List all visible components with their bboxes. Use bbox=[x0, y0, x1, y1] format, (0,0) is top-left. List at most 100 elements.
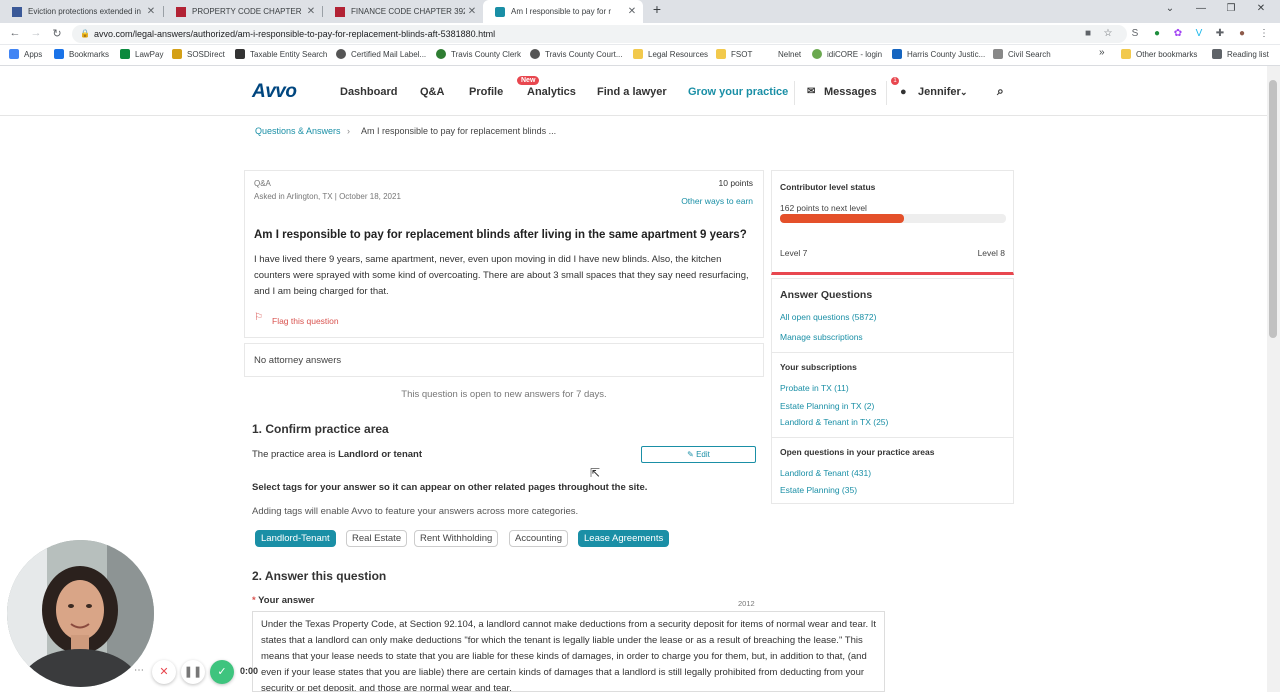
bookmark-label: Apps bbox=[24, 49, 43, 59]
bookmark-sosdirect[interactable]: SOSDirect bbox=[172, 49, 225, 59]
travis-clerk-icon bbox=[436, 49, 446, 59]
level-progress-track bbox=[780, 214, 1006, 223]
tab-label: Am I responsible to pay for r bbox=[511, 7, 612, 16]
folder-icon bbox=[1121, 49, 1131, 59]
cancel-recording-icon[interactable]: ✕ bbox=[152, 660, 176, 684]
address-bar[interactable]: 🔒 avvo.com/legal-answers/authorized/am-i… bbox=[72, 25, 1127, 43]
tag-accounting[interactable]: Accounting bbox=[509, 530, 569, 547]
browser-tab-active[interactable]: Am I responsible to pay for r ✕ bbox=[483, 0, 643, 23]
flag-icon[interactable]: ⚐ bbox=[254, 312, 263, 323]
bookmark-apps[interactable]: Apps bbox=[9, 49, 42, 59]
reload-icon[interactable]: ↻ bbox=[50, 27, 64, 40]
chevron-down-icon[interactable]: ⌄ bbox=[960, 87, 968, 98]
close-tab-icon[interactable]: ✕ bbox=[465, 6, 479, 17]
no-answers-text: No attorney answers bbox=[254, 355, 342, 366]
breadcrumb-root[interactable]: Questions & Answers bbox=[255, 126, 341, 136]
question-body: I have lived there 9 years, same apartme… bbox=[254, 254, 749, 297]
extension-s-icon[interactable]: S bbox=[1128, 28, 1142, 39]
bookmark-harris-county[interactable]: Harris County Justic... bbox=[892, 49, 985, 59]
nav-divider bbox=[794, 81, 795, 105]
subscription-link[interactable]: Estate Planning in TX (2) bbox=[780, 401, 874, 411]
bookmark-idicore[interactable]: idiCORE - login bbox=[812, 49, 882, 59]
practice-area-value: Landlord or tenant bbox=[338, 449, 422, 460]
open-area-link[interactable]: Landlord & Tenant (431) bbox=[780, 468, 871, 478]
nav-grow-your-practice[interactable]: Grow your practice bbox=[688, 86, 788, 98]
search-icon[interactable]: ⌕ bbox=[997, 84, 1004, 99]
close-tab-icon[interactable]: ✕ bbox=[144, 6, 158, 17]
nav-find-a-lawyer[interactable]: Find a lawyer bbox=[597, 86, 667, 98]
nav-messages[interactable]: Messages bbox=[824, 86, 877, 98]
your-answer-text: Your answer bbox=[258, 595, 315, 606]
camera-icon[interactable]: ■ bbox=[1081, 28, 1095, 39]
close-tab-icon[interactable]: ✕ bbox=[625, 6, 639, 17]
tag-rent-withholding[interactable]: Rent Withholding bbox=[414, 530, 499, 547]
open-area-link[interactable]: Estate Planning (35) bbox=[780, 485, 857, 495]
finish-recording-icon[interactable]: ✓ bbox=[210, 660, 234, 684]
close-tab-icon[interactable]: ✕ bbox=[304, 6, 318, 17]
tab-favicon-icon bbox=[176, 6, 186, 17]
tab-label: PROPERTY CODE CHAPTER 92. R bbox=[192, 7, 304, 16]
tab-label: FINANCE CODE CHAPTER 392. D bbox=[351, 7, 465, 16]
nav-user-menu[interactable]: Jennifer bbox=[918, 86, 961, 98]
bookmark-label: Certified Mail Label... bbox=[351, 49, 427, 59]
bookmark-other[interactable]: Other bookmarks bbox=[1121, 49, 1197, 59]
close-window-icon[interactable]: ✕ bbox=[1251, 3, 1271, 14]
nav-profile[interactable]: Profile bbox=[469, 86, 503, 98]
subscription-link[interactable]: Probate in TX (11) bbox=[780, 383, 849, 393]
extension-flower-icon[interactable]: ✿ bbox=[1171, 28, 1185, 39]
nav-dashboard[interactable]: Dashboard bbox=[340, 86, 397, 98]
bookmark-reading-list[interactable]: Reading list bbox=[1212, 49, 1269, 59]
edit-button[interactable]: ✎ Edit bbox=[641, 446, 756, 463]
tag-lease-agreements[interactable]: Lease Agreements bbox=[578, 530, 670, 547]
extension-g-icon[interactable]: ● bbox=[1150, 28, 1164, 39]
bookmark-taxable-entity[interactable]: Taxable Entity Search bbox=[235, 49, 327, 59]
bookmark-certified-mail[interactable]: Certified Mail Label... bbox=[336, 49, 426, 59]
restore-window-icon[interactable]: ❐ bbox=[1221, 3, 1241, 14]
avvo-logo[interactable]: Avvo bbox=[252, 81, 297, 103]
bookmark-label: Other bookmarks bbox=[1136, 49, 1198, 59]
browser-tab[interactable]: FINANCE CODE CHAPTER 392. D ✕ bbox=[323, 0, 483, 23]
bookmark-legal-resources[interactable]: Legal Resources bbox=[633, 49, 708, 59]
bookmark-star-icon[interactable]: ☆ bbox=[1101, 28, 1115, 39]
new-tab-button[interactable]: + bbox=[647, 1, 667, 17]
tag-landlord-tenant[interactable]: Landlord-Tenant bbox=[255, 530, 336, 547]
bookmark-travis-court[interactable]: Travis County Court... bbox=[530, 49, 623, 59]
bookmark-nelnet[interactable]: Nelnet bbox=[763, 49, 801, 59]
bookmark-civil-search[interactable]: Civil Search bbox=[993, 49, 1051, 59]
question-card: Q&A Asked in Arlington, TX | October 18,… bbox=[244, 170, 764, 338]
browser-menu-icon[interactable]: ⋮ bbox=[1257, 28, 1271, 39]
bookmark-travis-clerk[interactable]: Travis County Clerk bbox=[436, 49, 521, 59]
manage-subscriptions-link[interactable]: Manage subscriptions bbox=[780, 332, 863, 342]
bookmarks-overflow-icon[interactable]: » bbox=[1099, 47, 1105, 58]
bookmark-fsot[interactable]: FSOT bbox=[716, 49, 752, 59]
breadcrumb-current: Am I responsible to pay for replacement … bbox=[361, 126, 557, 136]
bookmark-lawpay[interactable]: LawPay bbox=[120, 49, 163, 59]
tab-search-icon[interactable]: ⌄ bbox=[1160, 3, 1180, 14]
nav-qa[interactable]: Q&A bbox=[420, 86, 444, 98]
answer-textarea[interactable]: Under the Texas Property Code, at Sectio… bbox=[252, 611, 885, 692]
other-ways-to-earn-link[interactable]: Other ways to earn bbox=[681, 196, 753, 206]
browser-tab[interactable]: PROPERTY CODE CHAPTER 92. R ✕ bbox=[164, 0, 322, 23]
bookmark-bookmarks[interactable]: Bookmarks bbox=[54, 49, 109, 59]
bookmark-label: Civil Search bbox=[1008, 49, 1051, 59]
bookmark-label: Taxable Entity Search bbox=[250, 49, 328, 59]
minimize-window-icon[interactable]: — bbox=[1191, 3, 1211, 14]
flag-question-link[interactable]: Flag this question bbox=[272, 316, 339, 326]
more-options-icon[interactable]: ⋯ bbox=[134, 665, 144, 676]
answer-questions-title: Answer Questions bbox=[780, 289, 873, 301]
bookmark-label: FSOT bbox=[731, 49, 753, 59]
nav-analytics[interactable]: Analytics bbox=[527, 86, 576, 98]
scrollbar-thumb[interactable] bbox=[1269, 80, 1277, 338]
lawpay-icon bbox=[120, 49, 130, 59]
profile-avatar-icon[interactable]: ● bbox=[1235, 28, 1249, 39]
pause-recording-icon[interactable]: ❚❚ bbox=[181, 660, 205, 684]
tag-real-estate[interactable]: Real Estate bbox=[346, 530, 408, 547]
subscription-link[interactable]: Landlord & Tenant in TX (25) bbox=[780, 417, 888, 427]
all-open-questions-link[interactable]: All open questions (5872) bbox=[780, 312, 876, 322]
civil-search-icon bbox=[993, 49, 1003, 59]
extensions-puzzle-icon[interactable]: ✚ bbox=[1213, 28, 1227, 39]
back-arrow-icon[interactable]: ← bbox=[8, 27, 22, 39]
forward-arrow-icon[interactable]: → bbox=[29, 27, 43, 39]
browser-tab[interactable]: Eviction protections extended in ✕ bbox=[0, 0, 162, 23]
extension-v-icon[interactable]: V bbox=[1192, 28, 1206, 39]
